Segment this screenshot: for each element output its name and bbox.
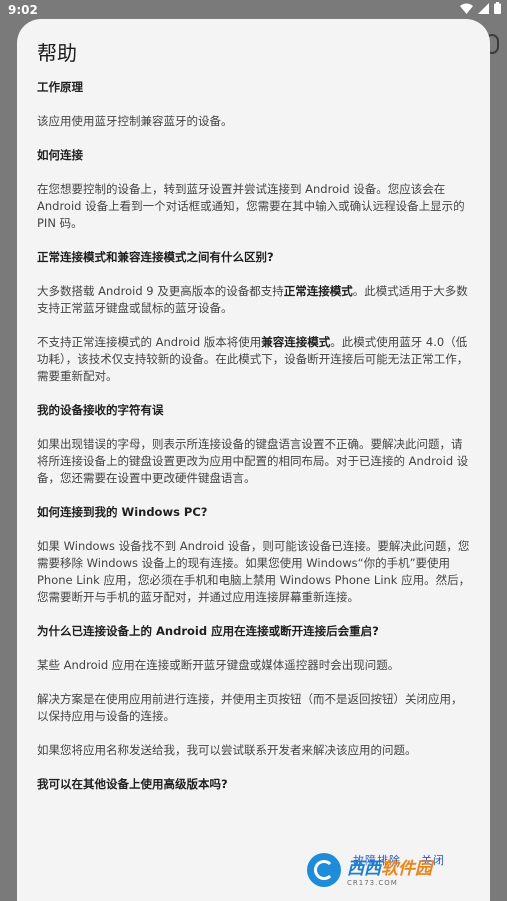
wifi-icon [460, 3, 473, 14]
watermark-main-a: 西西 [347, 858, 381, 879]
section-heading: 我的设备接收的字符有误 [37, 403, 164, 417]
bold-term: 兼容连接模式 [261, 335, 331, 349]
watermark-sub: CR173.COM [347, 878, 398, 887]
watermark-text: 西西软件园 CR173.COM [347, 854, 432, 887]
section-heading: 如何连接到我的 Windows PC? [37, 505, 208, 519]
watermark-logo-icon [307, 853, 341, 887]
watermark: 西西软件园 CR173.COM [307, 850, 487, 890]
watermark-main: 西西软件园 [347, 854, 432, 879]
section-heading: 正常连接模式和兼容连接模式之间有什么区别? [37, 250, 274, 264]
watermark-main-b: 软件园 [381, 858, 432, 879]
section-text: 不支持正常连接模式的 Android 版本将使用兼容连接模式。此模式使用蓝牙 4… [37, 334, 471, 385]
status-icons [460, 2, 501, 14]
section-heading: 我可以在其他设备上使用高级版本吗? [37, 777, 228, 791]
section-text: 在您想要控制的设备上，转到蓝牙设置并尝试连接到 Android 设备。您应该会在… [37, 182, 465, 230]
section-text: 某些 Android 应用在连接或断开蓝牙键盘或媒体遥控器时会出现问题。 [37, 658, 400, 672]
text-part: 不支持正常连接模式的 Android 版本将使用 [37, 335, 262, 349]
section-heading: 为什么已连接设备上的 Android 应用在连接或断开连接后会重启? [37, 624, 379, 638]
section-heading: 工作原理 [37, 80, 83, 94]
section-text: 解决方案是在使用应用前进行连接，并使用主页按钮（而不是返回按钮）关闭应用，以保持… [37, 692, 463, 723]
status-bar: 9:02 [0, 0, 507, 20]
section-text: 如果出现错误的字母，则表示所连接设备的键盘语言设置不正确。要解决此问题，请将所连… [37, 437, 469, 485]
status-time: 9:02 [8, 3, 38, 17]
text-part: 大多数搭载 Android 9 及更高版本的设备都支持 [37, 284, 284, 298]
section-heading: 如何连接 [37, 148, 83, 162]
section-text: 如果您将应用名称发送给我，我可以尝试联系开发者来解决该应用的问题。 [37, 743, 417, 757]
signal-icon [478, 2, 489, 14]
help-content: 帮助 工作原理 该应用使用蓝牙控制兼容蓝牙的设备。 如何连接 在您想要控制的设备… [37, 19, 471, 810]
section-text: 该应用使用蓝牙控制兼容蓝牙的设备。 [37, 114, 233, 128]
help-dialog: 帮助 工作原理 该应用使用蓝牙控制兼容蓝牙的设备。 如何连接 在您想要控制的设备… [17, 19, 490, 901]
section-text: 大多数搭载 Android 9 及更高版本的设备都支持正常连接模式。此模式适用于… [37, 283, 471, 317]
bold-term: 正常连接模式 [283, 284, 353, 298]
battery-icon [494, 2, 501, 14]
section-text: 如果 Windows 设备找不到 Android 设备，则可能该设备已连接。要解… [37, 539, 471, 604]
dialog-title: 帮助 [37, 41, 77, 65]
